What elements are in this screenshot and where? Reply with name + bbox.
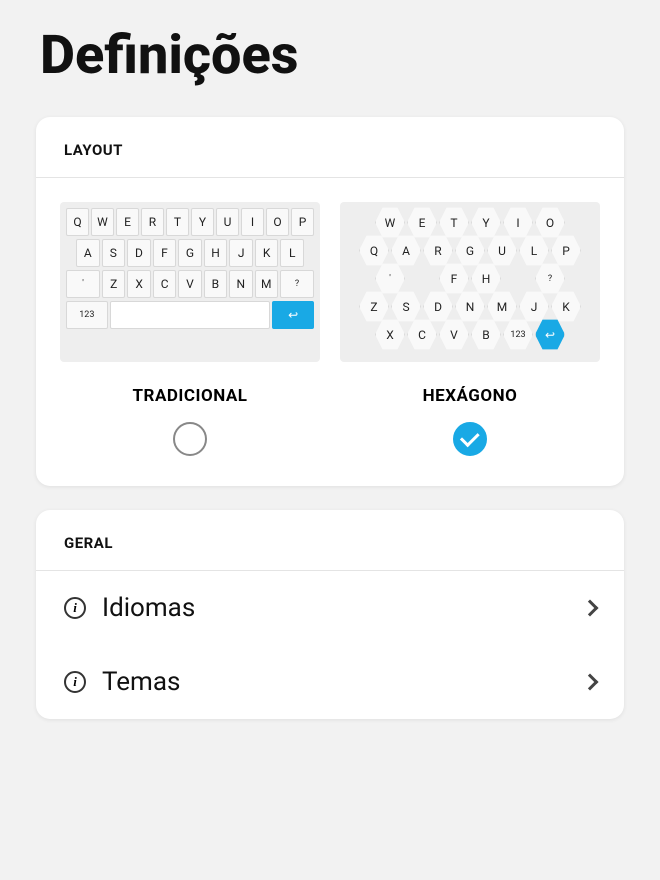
kb-key: N: [229, 270, 252, 298]
kb-key: M: [255, 270, 278, 298]
kb-key: Q: [66, 208, 89, 236]
enter-icon: ↩: [535, 318, 565, 351]
kb-key: K: [255, 239, 279, 267]
hex-key-123: 123: [503, 318, 533, 351]
info-icon: i: [64, 671, 86, 693]
chevron-right-icon: [582, 600, 599, 617]
kb-key-space: [110, 301, 271, 329]
idiomas-label: Idiomas: [102, 593, 568, 623]
hex-key: B: [471, 318, 501, 351]
enter-icon: ↩: [272, 301, 314, 329]
page-title: Definições: [0, 0, 660, 107]
temas-label: Temas: [102, 667, 568, 697]
kb-key: E: [116, 208, 139, 236]
kb-key: J: [229, 239, 253, 267]
layout-header: LAYOUT: [36, 117, 624, 178]
kb-key: V: [178, 270, 201, 298]
kb-key: B: [204, 270, 227, 298]
hex-key: C: [407, 318, 437, 351]
kb-key: G: [178, 239, 202, 267]
kb-key: ?: [280, 270, 314, 298]
info-icon: i: [64, 597, 86, 619]
traditional-radio[interactable]: [173, 422, 207, 456]
kb-key: L: [280, 239, 304, 267]
list-item-idiomas[interactable]: i Idiomas: [36, 571, 624, 645]
kb-key: A: [76, 239, 100, 267]
general-card: GERAL i Idiomas i Temas: [36, 510, 624, 719]
traditional-label: TRADICIONAL: [133, 386, 248, 406]
kb-key: Z: [102, 270, 125, 298]
hex-key: X: [375, 318, 405, 351]
hexagon-label: HEXÁGONO: [423, 386, 518, 406]
kb-key: R: [141, 208, 164, 236]
kb-key: I: [241, 208, 264, 236]
kb-key: Y: [191, 208, 214, 236]
hex-key: V: [439, 318, 469, 351]
kb-key: X: [127, 270, 150, 298]
kb-key: F: [153, 239, 177, 267]
layout-options: Q W E R T Y U I O P A S D F G H: [36, 178, 624, 486]
kb-key-123: 123: [66, 301, 108, 329]
kb-key: W: [91, 208, 114, 236]
kb-key: T: [166, 208, 189, 236]
traditional-keyboard-preview: Q W E R T Y U I O P A S D F G H: [60, 202, 320, 362]
kb-key: ': [66, 270, 100, 298]
kb-key: H: [204, 239, 228, 267]
layout-option-traditional[interactable]: Q W E R T Y U I O P A S D F G H: [60, 202, 320, 456]
kb-key: C: [153, 270, 176, 298]
layout-card: LAYOUT Q W E R T Y U I O P A S: [36, 117, 624, 486]
list-item-temas[interactable]: i Temas: [36, 645, 624, 719]
hexagon-radio[interactable]: [453, 422, 487, 456]
layout-option-hexagon[interactable]: W E T Y I O Q A R G U L P ': [340, 202, 600, 456]
chevron-right-icon: [582, 674, 599, 691]
kb-key: O: [266, 208, 289, 236]
hexagon-keyboard-preview: W E T Y I O Q A R G U L P ': [340, 202, 600, 362]
kb-key: P: [291, 208, 314, 236]
kb-key: U: [216, 208, 239, 236]
general-header: GERAL: [36, 510, 624, 571]
kb-key: S: [102, 239, 126, 267]
kb-key: D: [127, 239, 151, 267]
